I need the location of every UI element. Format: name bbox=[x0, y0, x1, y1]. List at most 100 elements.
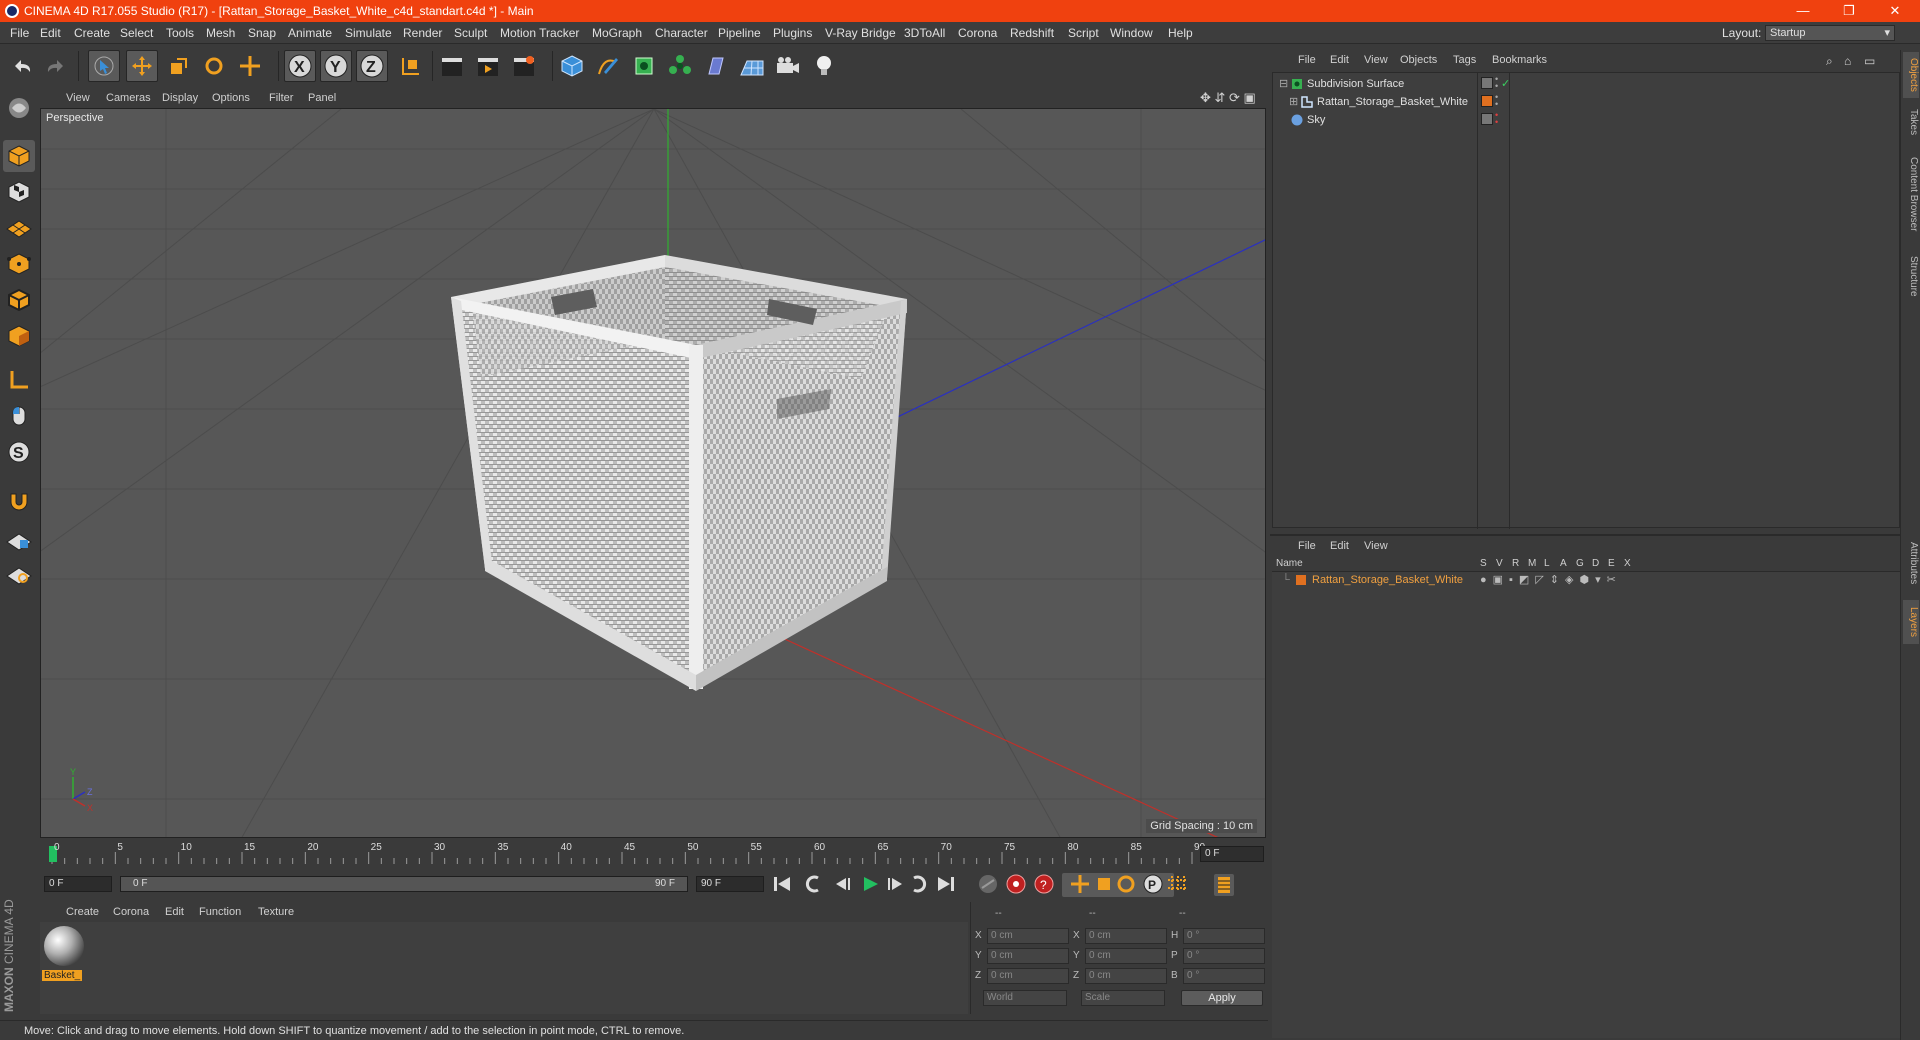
visibility-dots-icon[interactable]: • • bbox=[1495, 93, 1498, 109]
minimize-button[interactable]: — bbox=[1780, 0, 1826, 22]
viewport-menu-display[interactable]: Display bbox=[162, 92, 198, 104]
add-light-button[interactable] bbox=[808, 50, 840, 82]
viewport-menu-panel[interactable]: Panel bbox=[308, 92, 336, 104]
menu-mograph[interactable]: MoGraph bbox=[592, 26, 642, 40]
tab-structure[interactable]: Structure bbox=[1903, 246, 1919, 306]
menu-select[interactable]: Select bbox=[120, 26, 153, 40]
coord-rot-b-field[interactable]: 0 ° bbox=[1183, 968, 1265, 984]
planar-workplane-button[interactable] bbox=[3, 558, 35, 590]
obj-menu-view[interactable]: View bbox=[1364, 54, 1388, 66]
restore-button[interactable]: ❐ bbox=[1826, 0, 1872, 22]
viewport-menu-view[interactable]: View bbox=[66, 92, 90, 104]
texture-mode-button[interactable] bbox=[3, 176, 35, 208]
material-menu-function[interactable]: Function bbox=[199, 906, 241, 918]
start-frame-field[interactable]: 0 F bbox=[44, 876, 112, 892]
material-menu-create[interactable]: Create bbox=[66, 906, 99, 918]
coord-size-mode-select[interactable]: Scale bbox=[1081, 990, 1165, 1006]
layer-color-icon[interactable] bbox=[1481, 95, 1493, 107]
viewport-menu-filter[interactable]: Filter bbox=[269, 92, 293, 104]
render-settings-button[interactable] bbox=[508, 50, 540, 82]
menu-help[interactable]: Help bbox=[1168, 26, 1193, 40]
menu-edit[interactable]: Edit bbox=[40, 26, 61, 40]
add-deformer-button[interactable] bbox=[700, 50, 732, 82]
visibility-dots-icon[interactable]: • • bbox=[1495, 111, 1498, 127]
tab-content-browser[interactable]: Content Browser bbox=[1903, 146, 1919, 242]
add-spline-button[interactable] bbox=[592, 50, 624, 82]
workplane-mode-button[interactable] bbox=[3, 212, 35, 244]
viewport-perspective[interactable]: Y Z X Perspective Grid Spacing : 10 cm bbox=[40, 108, 1266, 838]
layer-flag-icons[interactable]: ●▣▪◩◸⇕◈⬢▾✂ bbox=[1480, 573, 1622, 586]
layer-tag-icon[interactable] bbox=[1481, 113, 1493, 125]
tab-attributes[interactable]: Attributes bbox=[1903, 530, 1919, 596]
live-selection-button[interactable] bbox=[88, 50, 120, 82]
menu-pipeline[interactable]: Pipeline bbox=[718, 26, 761, 40]
layer-col-expressions[interactable]: E bbox=[1608, 558, 1615, 569]
axis-mode-button[interactable] bbox=[3, 364, 35, 396]
layer-col-name[interactable]: Name bbox=[1276, 558, 1303, 569]
menu-vray-bridge[interactable]: V-Ray Bridge bbox=[825, 26, 896, 40]
undo-button[interactable] bbox=[6, 50, 38, 82]
layer-col-animation[interactable]: A bbox=[1560, 558, 1567, 569]
object-row-sky[interactable]: Sky • • bbox=[1273, 111, 1899, 129]
layer-color-swatch[interactable] bbox=[1296, 575, 1306, 585]
timeline-ruler[interactable]: 051015202530354045505560657075808590 bbox=[40, 842, 1268, 866]
enable-snap-button[interactable] bbox=[3, 484, 35, 516]
rotate-tool-button[interactable] bbox=[198, 50, 230, 82]
layer-row[interactable]: └ Rattan_Storage_Basket_White ●▣▪◩◸⇕◈⬢▾✂ bbox=[1272, 572, 1898, 590]
lock-workplane-button[interactable] bbox=[3, 524, 35, 556]
layer-col-view[interactable]: V bbox=[1496, 558, 1503, 569]
layer-col-xref[interactable]: X bbox=[1624, 558, 1631, 569]
menu-character[interactable]: Character bbox=[655, 26, 708, 40]
snap-toggle-button[interactable]: S bbox=[3, 436, 35, 468]
menu-window[interactable]: Window bbox=[1110, 26, 1153, 40]
redo-button[interactable] bbox=[40, 50, 72, 82]
layer-menu-view[interactable]: View bbox=[1364, 540, 1388, 552]
layer-col-generators[interactable]: G bbox=[1576, 558, 1584, 569]
obj-home-icon[interactable]: ⌂ bbox=[1844, 54, 1851, 68]
visibility-dots-icon[interactable]: • • bbox=[1495, 75, 1498, 91]
polygon-mode-button[interactable] bbox=[3, 320, 35, 352]
coordinate-system-button[interactable] bbox=[394, 50, 426, 82]
transform-tool-button[interactable] bbox=[234, 50, 266, 82]
layout-select[interactable]: Startup ▾ bbox=[1765, 25, 1895, 41]
object-row-subdivision[interactable]: ⊟ Subdivision Surface • • ✓ bbox=[1273, 75, 1899, 93]
close-button[interactable]: ✕ bbox=[1872, 0, 1918, 22]
tab-objects[interactable]: Objects bbox=[1903, 52, 1919, 98]
menu-mesh[interactable]: Mesh bbox=[206, 26, 235, 40]
add-camera-button[interactable] bbox=[772, 50, 804, 82]
obj-menu-objects[interactable]: Objects bbox=[1400, 54, 1437, 66]
menu-animate[interactable]: Animate bbox=[288, 26, 332, 40]
coord-size-y-field[interactable]: 0 cm bbox=[1085, 948, 1167, 964]
tweak-mode-button[interactable] bbox=[3, 400, 35, 432]
expand-icon[interactable]: ⊞ bbox=[1289, 95, 1298, 108]
obj-minimize-icon[interactable]: ▭ bbox=[1864, 54, 1875, 68]
add-array-button[interactable] bbox=[664, 50, 696, 82]
menu-3dtoall[interactable]: 3DToAll bbox=[904, 26, 945, 40]
layer-col-render[interactable]: R bbox=[1512, 558, 1519, 569]
menu-script[interactable]: Script bbox=[1068, 26, 1099, 40]
end-frame-field[interactable]: 90 F bbox=[696, 876, 764, 892]
add-cube-button[interactable] bbox=[556, 50, 588, 82]
menu-file[interactable]: File bbox=[10, 26, 29, 40]
menu-tools[interactable]: Tools bbox=[166, 26, 194, 40]
tab-layers[interactable]: Layers bbox=[1903, 600, 1919, 644]
apply-button[interactable]: Apply bbox=[1181, 990, 1263, 1006]
model-mode-button[interactable] bbox=[3, 140, 35, 172]
menu-snap[interactable]: Snap bbox=[248, 26, 276, 40]
add-floor-button[interactable] bbox=[736, 50, 768, 82]
material-swatch-basket[interactable]: Basket_ bbox=[42, 924, 86, 984]
coord-pos-x-field[interactable]: 0 cm bbox=[987, 928, 1069, 944]
menu-plugins[interactable]: Plugins bbox=[773, 26, 812, 40]
coord-size-z-field[interactable]: 0 cm bbox=[1085, 968, 1167, 984]
tab-takes[interactable]: Takes bbox=[1903, 102, 1919, 142]
coord-rot-h-field[interactable]: 0 ° bbox=[1183, 928, 1265, 944]
menu-render[interactable]: Render bbox=[403, 26, 442, 40]
enabled-check-icon[interactable]: ✓ bbox=[1501, 77, 1510, 90]
obj-menu-tags[interactable]: Tags bbox=[1453, 54, 1476, 66]
obj-menu-edit[interactable]: Edit bbox=[1330, 54, 1349, 66]
scale-tool-button[interactable] bbox=[162, 50, 194, 82]
render-view-button[interactable] bbox=[436, 50, 468, 82]
menu-create[interactable]: Create bbox=[74, 26, 110, 40]
layer-col-solo[interactable]: S bbox=[1480, 558, 1487, 569]
point-mode-button[interactable] bbox=[3, 248, 35, 280]
